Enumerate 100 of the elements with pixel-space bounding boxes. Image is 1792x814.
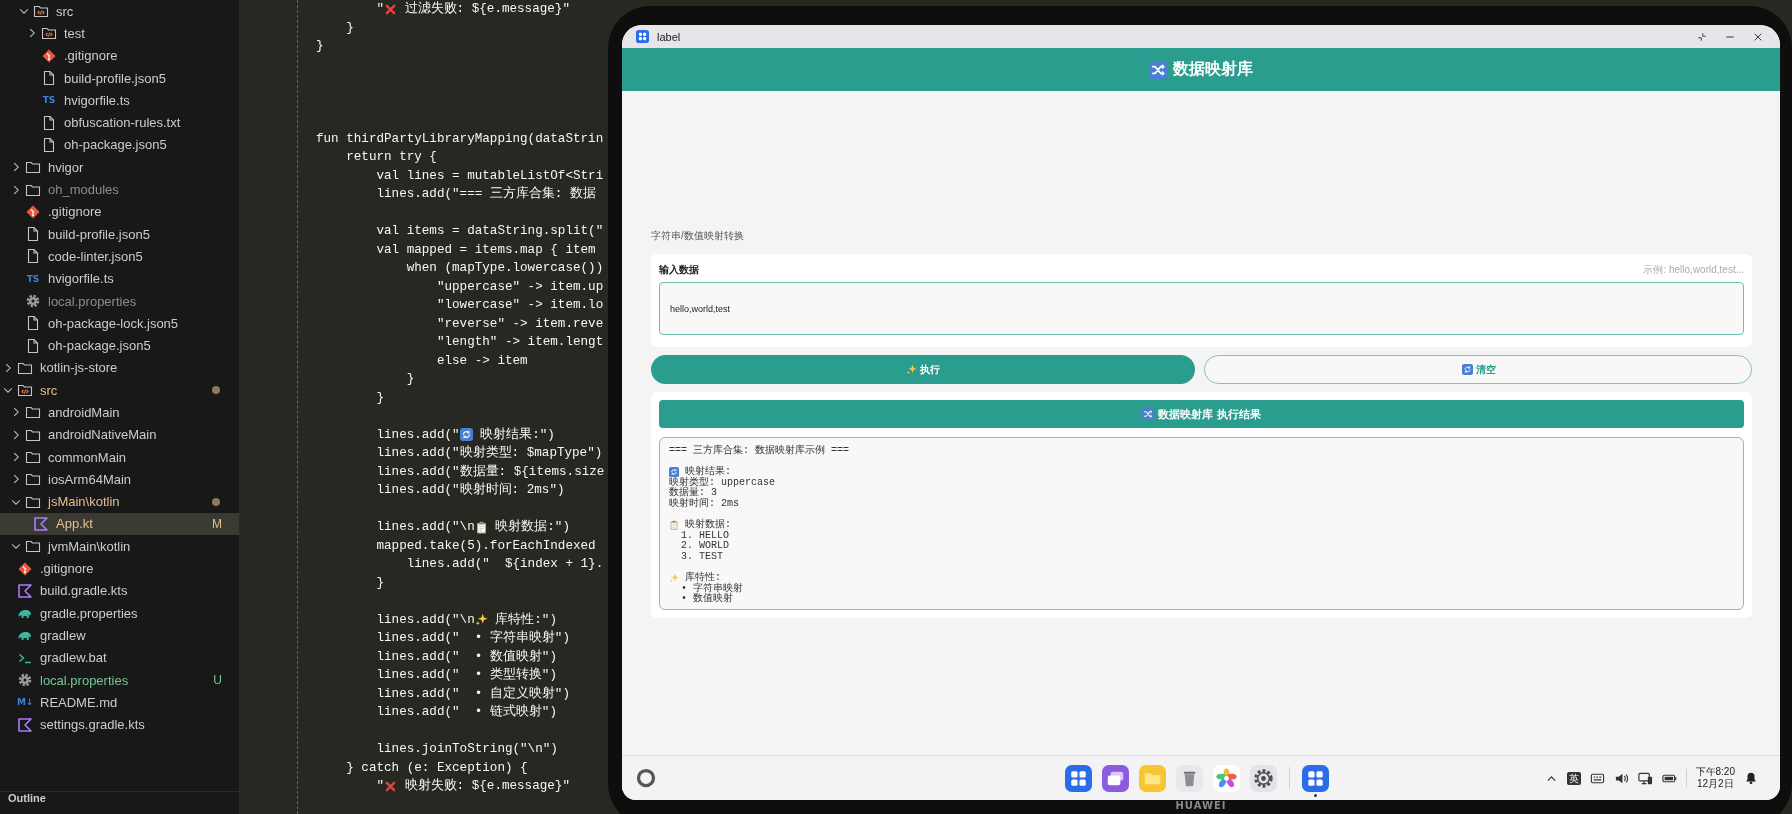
file-name: jvmMain\kotlin [48, 538, 131, 554]
tree-row[interactable]: oh_modules [0, 178, 239, 201]
tree-row[interactable]: hvigor [0, 156, 239, 179]
tree-row[interactable]: kotlin-js-store [0, 356, 239, 380]
tree-row[interactable]: .gitignore [0, 557, 239, 580]
tree-row[interactable]: code-linter.json5 [0, 245, 239, 268]
sparkles-icon [906, 364, 917, 375]
output-text: 映射类型: uppercase [669, 477, 775, 488]
tree-row[interactable]: oh-package.json5 [0, 133, 239, 157]
tree-row[interactable]: oh-package.json5 [0, 334, 239, 357]
tree-row[interactable]: src [0, 0, 239, 23]
tree-row[interactable]: build-profile.json5 [0, 222, 239, 246]
tree-row[interactable]: obfuscation-rules.txt [0, 111, 239, 134]
tree-row[interactable]: .gitignore [0, 44, 239, 67]
settings-icon [1250, 764, 1277, 792]
output-text: • 数值映射 [680, 594, 733, 605]
example-hint: 示例: hello,world,test... [1643, 263, 1744, 277]
shuffle-icon [1149, 60, 1167, 79]
tree-row[interactable]: commonMain [0, 445, 239, 469]
file-icon [25, 248, 41, 265]
tree-row[interactable]: App.kt M [0, 512, 239, 536]
outline-header[interactable]: Outline [0, 791, 239, 814]
tree-row[interactable]: test [0, 22, 239, 45]
code-text: lines.add("映射类型: $mapType") [375, 444, 603, 462]
tree-row[interactable]: .gitignore [0, 200, 239, 223]
running-dot [1314, 793, 1317, 797]
code-text: lines.add(" ${index + 1}. [405, 556, 604, 573]
folder-icon [25, 449, 41, 466]
status-letter: M [212, 516, 222, 531]
output-text: 1. HELLO [680, 530, 729, 541]
cross-icon [384, 2, 398, 16]
refresh-icon [459, 428, 473, 442]
home-button[interactable] [636, 768, 656, 788]
file-name: oh-package-lock.json5 [48, 315, 179, 331]
tree-row[interactable]: jsMain\kotlin [0, 490, 239, 513]
code-text: " [375, 778, 385, 795]
code-text: lines.add(" • 自定义映射") [375, 685, 570, 703]
windows-icon [1102, 764, 1129, 792]
tree-row[interactable]: M↓ README.md [0, 691, 239, 714]
file-name: src [40, 382, 58, 398]
code-text: 过滤失败: ${e.message}" [403, 0, 570, 18]
screen-icon[interactable] [1637, 770, 1653, 786]
result-title: 数据映射库 执行结果 [1158, 406, 1261, 422]
tree-row[interactable]: build-profile.json5 [0, 66, 239, 90]
code-folder-icon [17, 382, 33, 399]
output-text: 库特性: [684, 573, 721, 584]
file-name: gradle.properties [40, 605, 138, 621]
output-text: 2. WORLD [680, 541, 729, 552]
output-text: 映射数据: [684, 520, 731, 531]
tree-row[interactable]: jvmMain\kotlin [0, 535, 239, 558]
code-text: lines.add("\n [375, 611, 475, 629]
code-text: mapped.take(5).forEachIndexed [375, 537, 596, 555]
refresh-icon [1462, 364, 1473, 375]
output-text: === 三方库合集: 数据映射库示例 === [669, 446, 849, 457]
file-icon [41, 136, 57, 153]
tree-row[interactable]: gradle.properties [0, 602, 239, 625]
file-name: oh-package.json5 [48, 338, 151, 354]
output-text: 映射结果: [685, 467, 731, 478]
file-icon [25, 226, 41, 243]
tree-row[interactable]: androidMain [0, 401, 239, 424]
grid-icon [1302, 764, 1329, 792]
input-field[interactable]: hello,world,test [659, 282, 1744, 335]
tree-row[interactable]: local.properties U [0, 668, 239, 692]
file-name: gradlew.bat [40, 650, 107, 666]
tree-row[interactable]: gradlew.bat [0, 646, 239, 669]
tree-row[interactable]: build.gradle.kts [0, 579, 239, 602]
output-text: 数据量: 3 [669, 488, 717, 499]
code-text: return try { [345, 149, 437, 166]
file-name: .gitignore [40, 561, 94, 577]
bell-icon[interactable] [1744, 771, 1758, 785]
code-text: lines.add(" • 类型转换") [375, 666, 557, 684]
code-text: } [375, 389, 385, 407]
code-text: 库特性:") [494, 611, 557, 629]
code-text: when (mapType.lowercase()) [405, 260, 604, 277]
tree-row[interactable]: TS hvigorfile.ts [0, 89, 239, 112]
code-text: } [375, 574, 385, 592]
code-text: lines.joinToString("\n") [375, 741, 558, 758]
tree-row[interactable]: TS hvigorfile.ts [0, 267, 239, 290]
tree-row[interactable]: androidNativeMain [0, 423, 239, 446]
tree-row[interactable]: src [0, 379, 239, 402]
file-type-label: M↓ [17, 696, 33, 709]
file-type-label: TS [41, 94, 57, 107]
file-name: settings.gradle.kts [40, 717, 145, 733]
file-name: androidMain [48, 405, 120, 420]
trash-icon [1176, 764, 1203, 792]
file-name: commonMain [48, 449, 127, 465]
tree-row[interactable]: oh-package-lock.json5 [0, 312, 239, 335]
code-text: fun thirdPartyLibraryMapping(dataStrin [316, 130, 604, 148]
file-icon [25, 337, 41, 354]
tree-row[interactable]: iosArm64Main [0, 468, 239, 491]
file-name: local.properties [40, 672, 129, 688]
tree-row[interactable]: settings.gradle.kts [0, 713, 239, 736]
output-text: 3. TEST [680, 551, 723, 563]
file-name: oh_modules [48, 182, 119, 197]
tree-row[interactable]: gradlew [0, 624, 239, 647]
code-text: "uppercase" -> item.up [435, 278, 604, 296]
folder-icon [25, 538, 41, 555]
code-text: } [345, 19, 354, 37]
input-method-indicator[interactable]: 英 [1566, 771, 1581, 785]
tree-row[interactable]: local.properties [0, 289, 239, 313]
